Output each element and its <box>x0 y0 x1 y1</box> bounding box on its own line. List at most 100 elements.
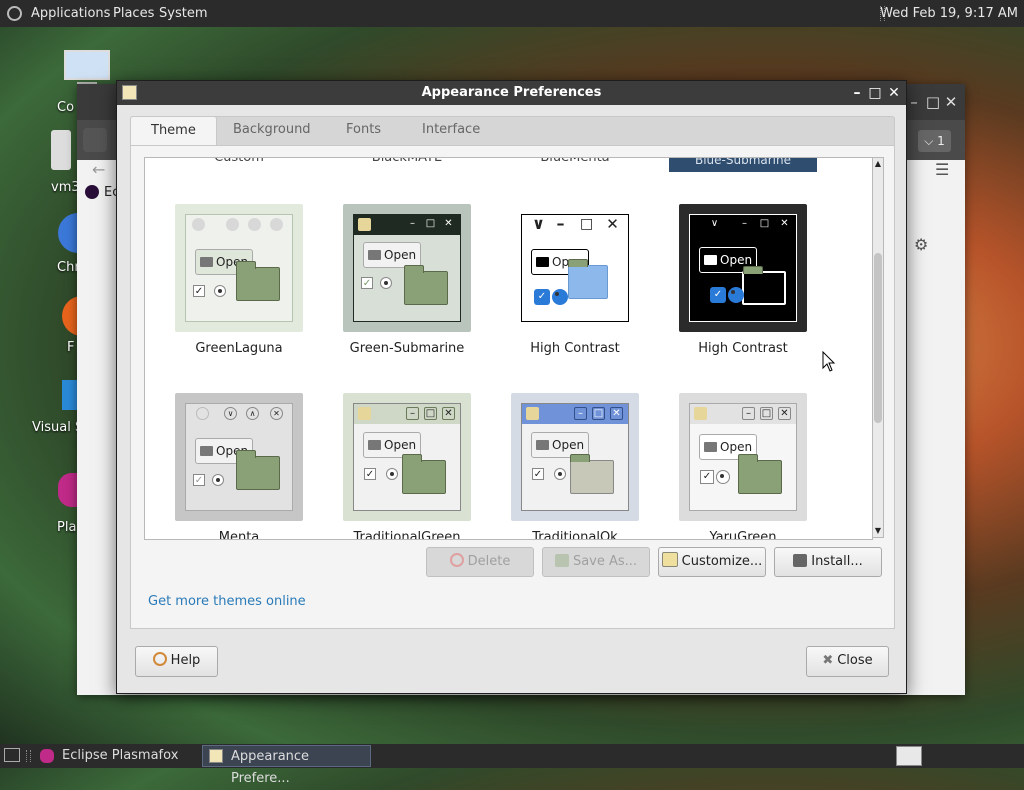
applications-menu[interactable]: Applications <box>31 0 110 27</box>
theme-list[interactable]: Custom BlackMATE BlueMenta Blue-Submarin… <box>144 157 873 540</box>
customize-button-label: Customize... <box>681 554 763 569</box>
desktop-icon-label: Visual S <box>32 420 84 435</box>
top-panel: Applications Places System Wed Feb 19, 9… <box>0 0 1024 27</box>
taskbar-item-eclipse[interactable]: Eclipse Plasmafox <box>34 745 199 767</box>
preview-open-label: Open <box>720 440 753 454</box>
preview-titlebar: ∨ – □ ✕ <box>690 215 796 235</box>
preview-checkbox: ✓ <box>700 470 714 484</box>
chevron-down-icon: ∨ <box>224 407 237 420</box>
dialog-title: Appearance Preferences <box>421 85 602 100</box>
scrollbar-thumb[interactable] <box>874 253 882 423</box>
appearance-icon <box>694 407 707 420</box>
back-arrow-icon[interactable]: ← <box>92 160 105 179</box>
selected-theme-name[interactable]: Blue-Submarine <box>669 158 817 172</box>
workspace-switcher[interactable] <box>896 746 922 766</box>
close-icon[interactable]: ✕ <box>943 94 959 110</box>
folder-icon <box>402 454 446 494</box>
customize-icon <box>661 552 678 567</box>
high-contrast-inverse-preview-icon: ∨ – □ ✕ Open ✓ <box>679 204 807 332</box>
folder-small-icon <box>536 440 549 450</box>
preview-radio <box>554 468 566 480</box>
preview-radio <box>214 285 226 297</box>
panel-separator <box>26 750 31 762</box>
show-desktop-icon[interactable] <box>4 748 20 762</box>
yarugreen-preview-icon: – □ ✕ Open ✓ <box>679 393 807 521</box>
theme-item-green-submarine[interactable]: – □ ✕ Open ✓ Green-Submarine <box>327 204 487 356</box>
chevron-down-icon: ∨ <box>710 218 719 229</box>
theme-name[interactable]: BlueMenta <box>495 158 655 165</box>
delete-button[interactable]: Delete <box>426 547 534 577</box>
traditionalok-preview-icon: – □ ✕ Open ✓ <box>511 393 639 521</box>
hamburger-menu-icon[interactable]: ☰ <box>935 160 949 179</box>
desktop-icon-vm[interactable]: vm3 <box>51 130 80 195</box>
theme-name: High Contrast <box>530 341 620 356</box>
theme-item-traditionalok[interactable]: – □ ✕ Open ✓ TraditionalOk <box>495 393 655 539</box>
theme-item-high-contrast-inverse[interactable]: ∨ – □ ✕ Open ✓ High Contrast <box>663 204 823 356</box>
traditionalgreen-preview-icon: – □ ✕ Open ✓ <box>343 393 471 521</box>
minimize-icon: – <box>742 218 747 229</box>
save-as-button[interactable]: Save As... <box>542 547 650 577</box>
minimize-icon[interactable]: – <box>906 94 922 110</box>
chevron-down-icon: ∨ <box>532 214 545 233</box>
preview-window: – □ ✕ Open ✓ <box>689 403 797 511</box>
folder-small-icon <box>704 442 717 452</box>
dialog-titlebar[interactable]: Appearance Preferences – □ ✕ <box>117 81 906 105</box>
close-icon[interactable]: ✕ <box>886 85 902 101</box>
get-more-themes-link[interactable]: Get more themes online <box>148 594 306 609</box>
folder-small-icon <box>368 440 381 450</box>
tab-theme[interactable]: Theme <box>130 116 217 146</box>
preview-button-icon <box>270 218 283 231</box>
sidebar-toggle-icon[interactable] <box>83 128 107 152</box>
theme-item-menta[interactable]: ∨ ∧ ✕ Open ✓ Menta <box>159 393 319 539</box>
greenlaguna-preview-icon: Open ✓ <box>175 204 303 332</box>
preview-window: – □ ✕ Open ✓ <box>353 403 461 511</box>
tab-fonts[interactable]: Fonts <box>326 116 401 144</box>
maximize-icon[interactable]: □ <box>867 85 883 101</box>
customize-button[interactable]: Customize... <box>658 547 766 577</box>
maximize-icon: □ <box>425 218 436 229</box>
install-button[interactable]: Install... <box>774 547 882 577</box>
minimize-icon[interactable]: – <box>849 85 865 101</box>
folder-small-icon <box>200 257 213 267</box>
preview-titlebar: – □ ✕ <box>690 404 796 424</box>
preview-titlebar: ∨ – □ ✕ <box>522 215 628 235</box>
close-icon: ✕ <box>442 407 455 420</box>
tab-interface[interactable]: Interface <box>402 116 500 144</box>
scroll-down-icon[interactable]: ▼ <box>873 525 883 537</box>
close-icon: ✕ <box>780 218 789 229</box>
theme-list-scrollbar[interactable]: ▲ ▼ <box>872 157 884 538</box>
folder-icon <box>236 450 280 490</box>
theme-name[interactable]: BlackMATE <box>327 158 487 165</box>
desktop-icon-computer[interactable]: Co <box>57 50 110 115</box>
help-icon <box>152 652 167 666</box>
mate-logo-icon[interactable] <box>7 6 22 21</box>
desktop-icon-label: Pla <box>57 520 77 535</box>
help-button-label: Help <box>170 653 201 668</box>
preview-open-label: Open <box>720 253 753 267</box>
preview-open-label: Open <box>384 248 417 262</box>
theme-item-greenlaguna[interactable]: Open ✓ GreenLaguna <box>159 204 319 356</box>
places-menu[interactable]: Places <box>113 0 154 27</box>
tab-count: 1 <box>937 134 945 148</box>
appearance-preferences-dialog[interactable]: Appearance Preferences – □ ✕ Theme Backg… <box>116 80 907 694</box>
help-button[interactable]: Help <box>135 646 218 677</box>
system-menu[interactable]: System <box>159 0 207 27</box>
minimize-icon: – <box>406 407 419 420</box>
folder-icon <box>568 259 608 299</box>
gear-icon[interactable]: ⚙ <box>914 235 928 254</box>
tab-count-badge[interactable]: ⌵ 1 <box>918 130 951 152</box>
tab-background[interactable]: Background <box>213 116 331 144</box>
theme-item-high-contrast[interactable]: ∨ – □ ✕ Open ✓ High Contrast <box>495 204 655 356</box>
theme-item-yarugreen[interactable]: – □ ✕ Open ✓ YaruGreen <box>663 393 823 539</box>
maximize-icon[interactable]: □ <box>925 94 941 110</box>
taskbar-item-appearance[interactable]: Appearance Prefere... <box>202 745 371 786</box>
scroll-up-icon[interactable]: ▲ <box>873 158 883 170</box>
preview-checkbox: ✓ <box>193 474 205 486</box>
preview-checkbox: ✓ <box>534 289 550 305</box>
clock[interactable]: Wed Feb 19, 9:17 AM <box>880 0 1018 27</box>
close-icon: ✕ <box>606 215 619 233</box>
preview-window: ∨ – □ ✕ Open ✓ <box>521 214 629 322</box>
close-button[interactable]: ✖ Close <box>806 646 889 677</box>
theme-item-traditionalgreen[interactable]: – □ ✕ Open ✓ TraditionalGreen <box>327 393 487 539</box>
theme-name[interactable]: Custom <box>159 158 319 165</box>
